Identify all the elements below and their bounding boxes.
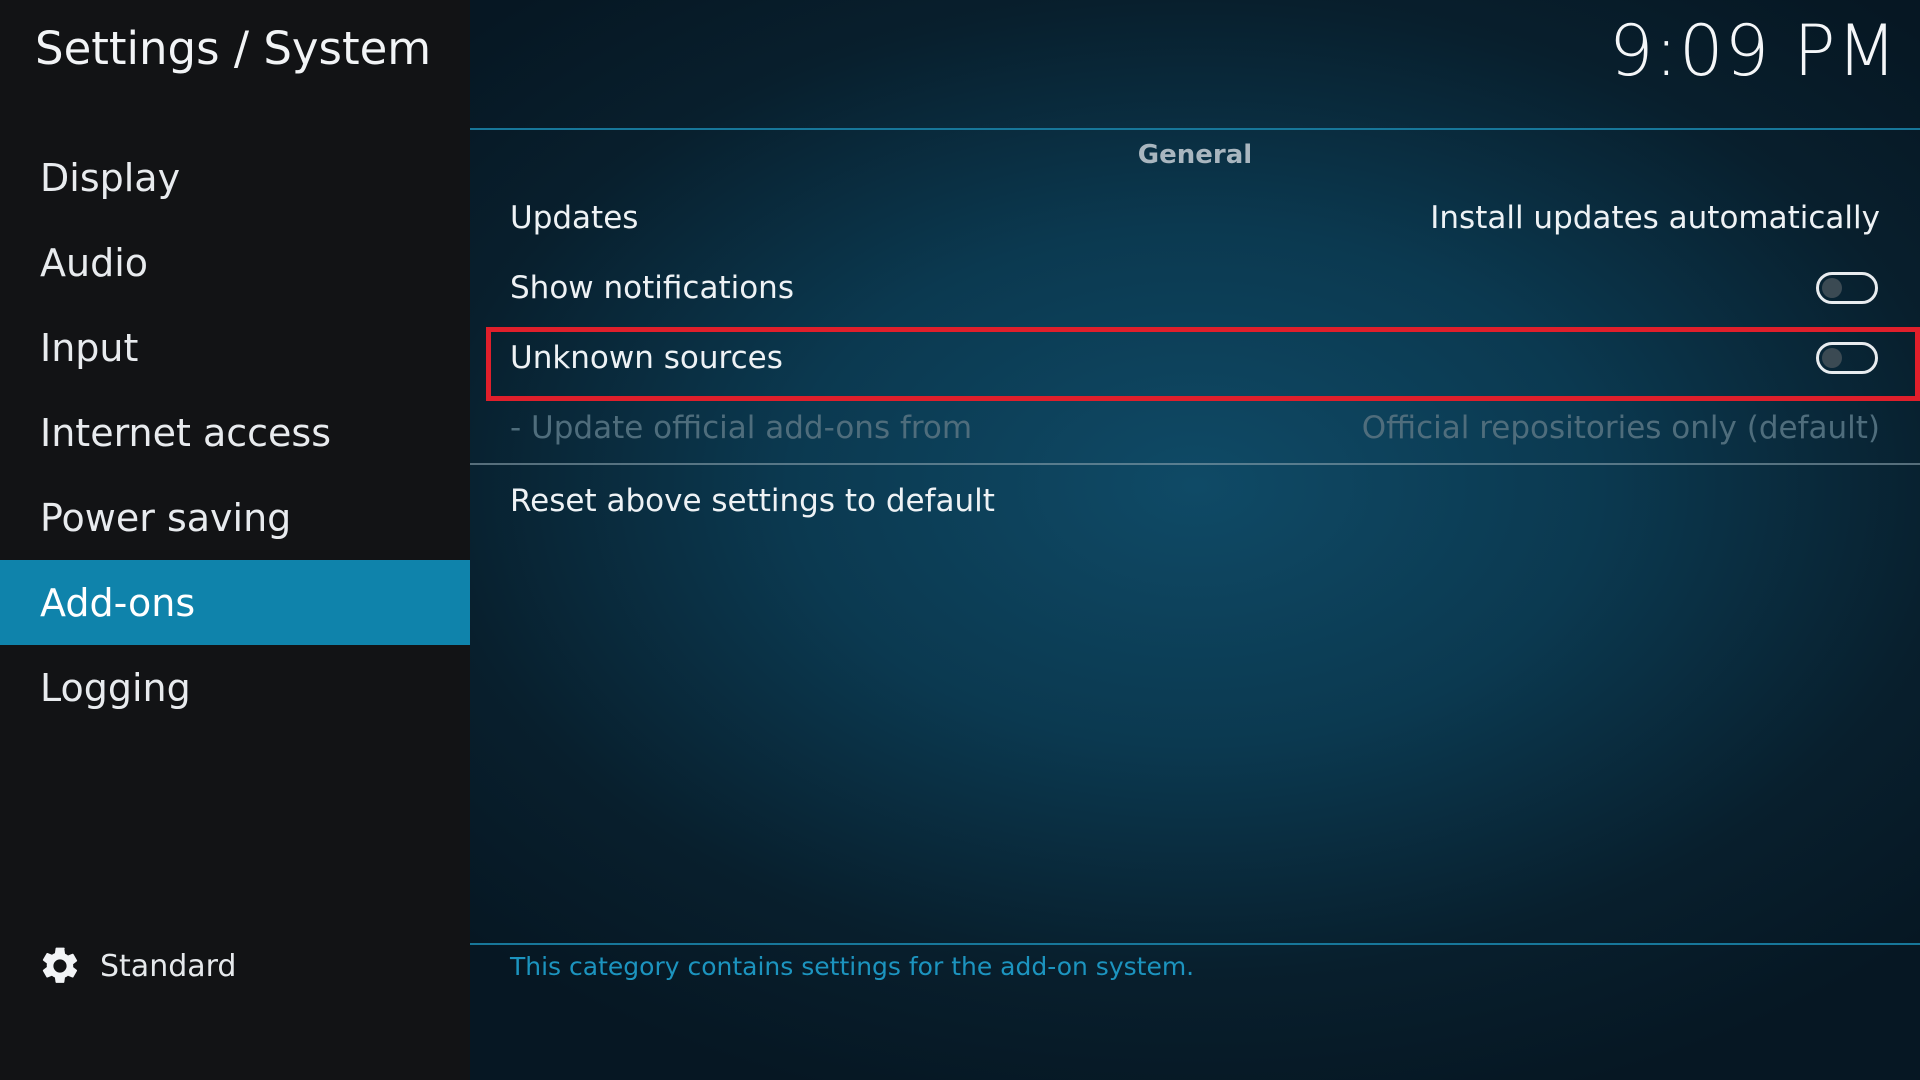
toggle-knob — [1822, 348, 1842, 368]
sidebar-item-internet-access[interactable]: Internet access — [0, 390, 470, 475]
divider-middle — [470, 463, 1920, 465]
setting-update-official-addons: - Update official add-ons from Official … — [510, 393, 1880, 463]
sidebar-item-label: Add-ons — [40, 580, 196, 625]
setting-label: - Update official add-ons from — [510, 410, 973, 446]
reset-settings-button[interactable]: Reset above settings to default — [510, 466, 1880, 536]
setting-show-notifications[interactable]: Show notifications — [510, 253, 1880, 323]
category-description: This category contains settings for the … — [510, 952, 1195, 981]
setting-value: Official repositories only (default) — [1361, 410, 1880, 446]
show-notifications-toggle[interactable] — [1816, 272, 1878, 304]
setting-label: Show notifications — [510, 270, 794, 306]
divider-top — [470, 128, 1920, 130]
setting-label: Updates — [510, 200, 639, 236]
sidebar-item-label: Internet access — [40, 410, 332, 455]
setting-updates[interactable]: Updates Install updates automatically — [510, 183, 1880, 253]
settings-panel: 9:09 PM General Updates Install updates … — [470, 0, 1920, 1080]
sidebar: Settings / System Display Audio Input In… — [0, 0, 470, 1080]
clock: 9:09 PM — [1608, 10, 1898, 92]
sidebar-item-audio[interactable]: Audio — [0, 220, 470, 305]
sidebar-nav: Display Audio Input Internet access Powe… — [0, 135, 470, 730]
sidebar-item-logging[interactable]: Logging — [0, 645, 470, 730]
reset-label: Reset above settings to default — [510, 483, 995, 519]
sidebar-item-power-saving[interactable]: Power saving — [0, 475, 470, 560]
settings-level-label: Standard — [100, 948, 237, 984]
gear-icon — [42, 947, 78, 983]
sidebar-item-label: Audio — [40, 240, 149, 285]
setting-unknown-sources[interactable]: Unknown sources — [510, 323, 1880, 393]
toggle-knob — [1822, 278, 1842, 298]
setting-value: Install updates automatically — [1430, 200, 1880, 236]
sidebar-item-add-ons[interactable]: Add-ons — [0, 560, 470, 645]
sidebar-item-display[interactable]: Display — [0, 135, 470, 220]
section-title: General — [1137, 140, 1253, 170]
sidebar-item-label: Input — [40, 325, 139, 370]
sidebar-item-input[interactable]: Input — [0, 305, 470, 390]
sidebar-item-label: Display — [40, 155, 181, 200]
setting-label: Unknown sources — [510, 340, 783, 376]
sidebar-item-label: Power saving — [40, 495, 292, 540]
divider-bottom — [470, 943, 1920, 945]
settings-level-button[interactable]: Standard — [38, 940, 236, 992]
breadcrumb: Settings / System — [35, 22, 432, 75]
sidebar-item-label: Logging — [40, 665, 191, 710]
unknown-sources-toggle[interactable] — [1816, 342, 1878, 374]
